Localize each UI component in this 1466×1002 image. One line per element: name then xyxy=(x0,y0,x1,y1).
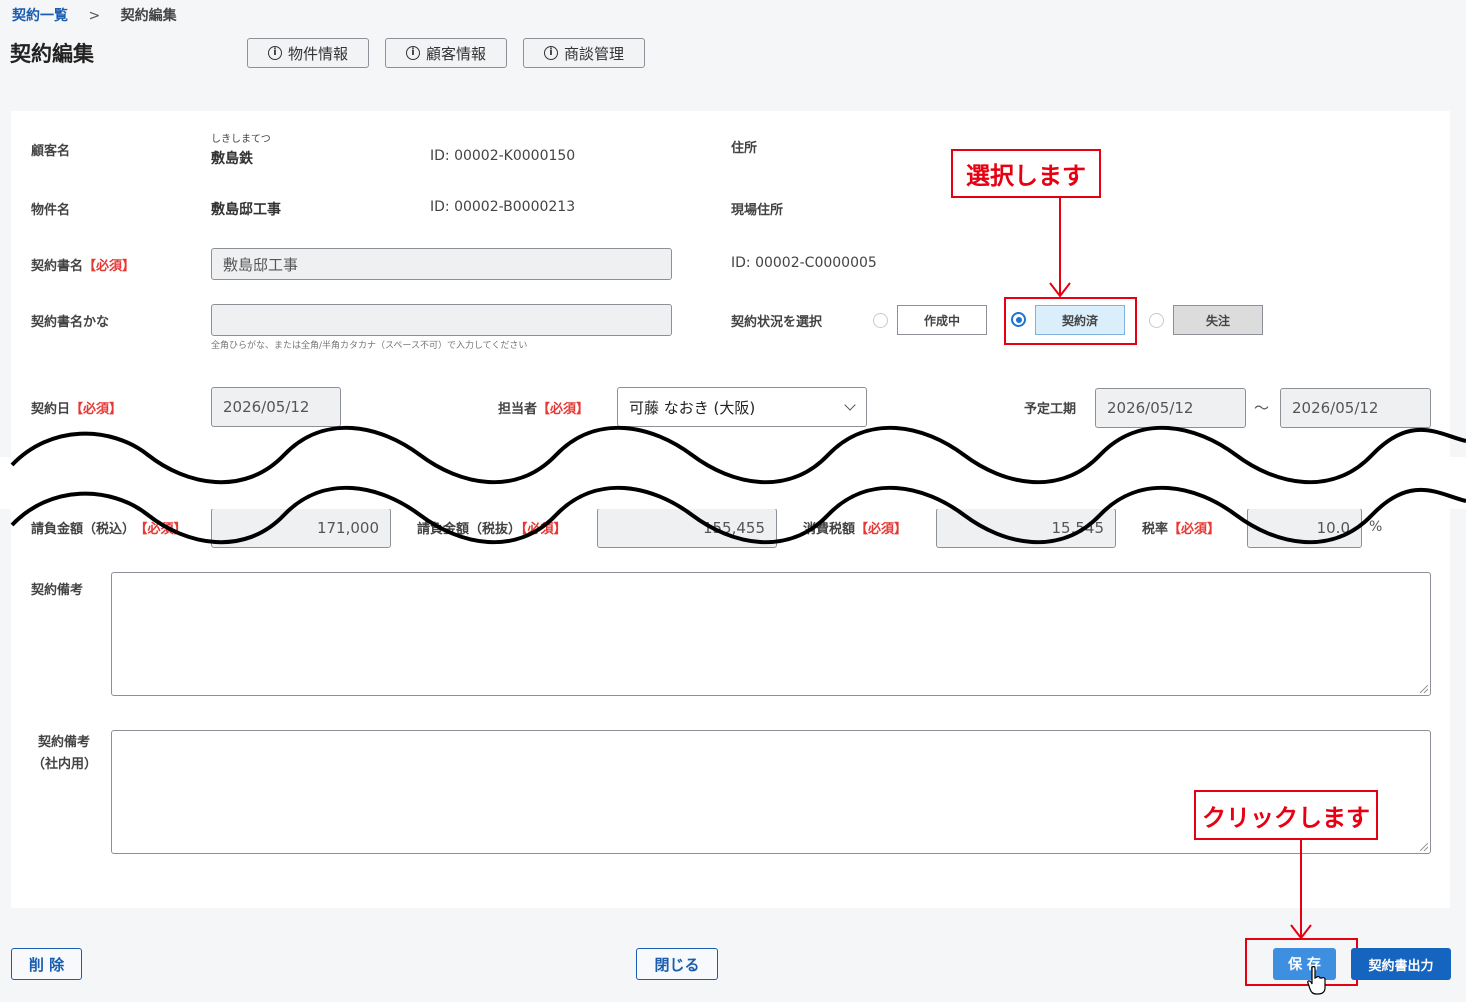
contract-date-label: 契約日【必須】 xyxy=(31,398,122,417)
property-label: 物件名 xyxy=(31,203,71,218)
address-label: 住所 xyxy=(731,141,758,156)
person-select-value: 可藤 なおき (大阪) xyxy=(629,398,756,417)
customer-info-button[interactable]: i 顧客情報 xyxy=(385,38,507,68)
close-button[interactable]: 閉じる xyxy=(636,948,718,980)
annotation-click-arrow xyxy=(1290,839,1312,940)
info-icon: i xyxy=(543,46,558,60)
breadcrumb-contract-list[interactable]: 契約一覧 xyxy=(12,8,68,24)
person-label: 担当者【必須】 xyxy=(498,398,589,417)
schedule-from-input[interactable]: 2026/05/12 xyxy=(1095,388,1246,428)
schedule-separator: ～ xyxy=(1254,399,1270,417)
status-radio-lost[interactable] xyxy=(1149,313,1164,328)
required-mark: 【必須】 xyxy=(83,259,136,274)
property-info-label: 物件情報 xyxy=(287,44,348,63)
contract-id: ID: 00002-C0000005 xyxy=(731,255,877,271)
required-mark: 【必須】 xyxy=(537,402,590,417)
customer-name: 敷島鉄 xyxy=(211,151,253,167)
remarks-internal-label-line2: （社内用） xyxy=(32,757,98,772)
status-option-drafting[interactable]: 作成中 xyxy=(897,305,987,335)
contract-date-label-text: 契約日 xyxy=(31,402,71,417)
customer-info-label: 顧客情報 xyxy=(425,44,486,63)
contract-name-label: 契約書名【必須】 xyxy=(31,255,135,274)
remarks-internal-label: 契約備考 （社内用） xyxy=(32,732,97,776)
remarks-internal-label-line1: 契約備考 xyxy=(38,735,91,750)
contract-kana-input[interactable] xyxy=(211,304,672,336)
mouse-pointer-icon xyxy=(1307,966,1326,995)
contract-name-label-text: 契約書名 xyxy=(31,259,84,274)
person-select[interactable]: 可藤 なおき (大阪) xyxy=(617,387,867,427)
property-name: 敷島邸工事 xyxy=(211,202,281,218)
contract-name-input[interactable]: 敷島邸工事 xyxy=(211,248,672,280)
contract-output-button[interactable]: 契約書出力 xyxy=(1351,948,1451,980)
annotation-select: 選択します xyxy=(951,149,1101,198)
annotation-click: クリックします xyxy=(1194,790,1378,840)
contract-kana-hint: 全角ひらがな、または全角/半角カタカナ（スペース不可）で入力してください xyxy=(211,341,528,351)
resize-grip-icon[interactable] xyxy=(1420,843,1428,851)
customer-kana: しきしまてつ xyxy=(211,134,271,145)
breadcrumb-current: 契約編集 xyxy=(120,8,177,24)
remarks-textarea[interactable] xyxy=(111,572,1431,696)
remarks-label: 契約備考 xyxy=(31,583,84,598)
contract-output-label: 契約書出力 xyxy=(1368,958,1434,974)
status-option-lost[interactable]: 失注 xyxy=(1173,305,1263,335)
info-icon: i xyxy=(267,46,282,60)
negotiation-label: 商談管理 xyxy=(563,44,624,63)
person-label-text: 担当者 xyxy=(498,402,538,417)
info-icon: i xyxy=(405,46,420,60)
property-id: ID: 00002-B0000213 xyxy=(430,199,576,215)
site-address-label: 現場住所 xyxy=(731,203,784,218)
page-title: 契約編集 xyxy=(10,42,94,66)
chevron-down-icon xyxy=(844,399,856,411)
resize-grip-icon[interactable] xyxy=(1420,685,1428,693)
negotiation-button[interactable]: i 商談管理 xyxy=(523,38,645,68)
breadcrumb-separator: > xyxy=(88,8,101,24)
status-radio-drafting[interactable] xyxy=(873,313,888,328)
required-mark: 【必須】 xyxy=(70,402,123,417)
status-highlight-box xyxy=(1004,297,1137,345)
status-label: 契約状況を選択 xyxy=(731,315,823,330)
customer-label: 顧客名 xyxy=(31,144,71,159)
schedule-label: 予定工期 xyxy=(1024,402,1077,417)
schedule-to-input[interactable]: 2026/05/12 xyxy=(1280,388,1431,428)
property-info-button[interactable]: i 物件情報 xyxy=(247,38,369,68)
breadcrumb: 契約一覧 > 契約編集 xyxy=(12,5,177,25)
customer-id: ID: 00002-K0000150 xyxy=(430,148,576,164)
delete-button[interactable]: 削 除 xyxy=(11,948,82,980)
contract-kana-label: 契約書名かな xyxy=(31,315,110,330)
annotation-select-arrow xyxy=(1049,197,1071,298)
wavy-break-divider xyxy=(0,425,1466,545)
contract-date-input[interactable]: 2026/05/12 xyxy=(211,387,341,427)
